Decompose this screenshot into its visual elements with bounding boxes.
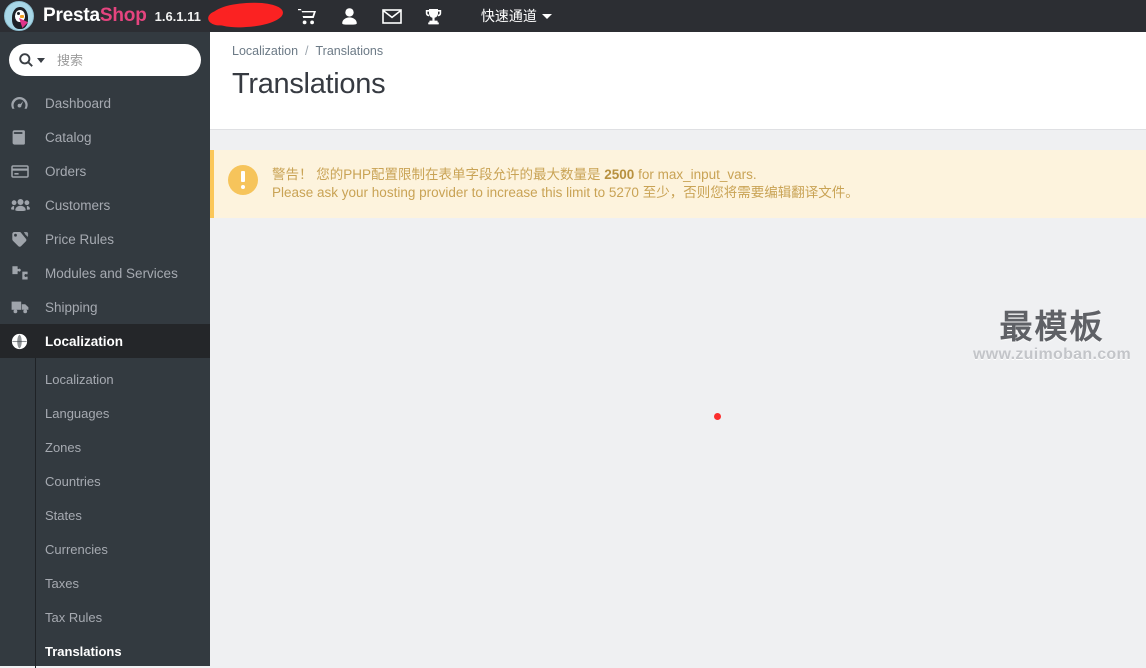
alert-max-input-vars-value: 2500 — [604, 167, 635, 182]
user-icon[interactable] — [329, 0, 371, 32]
sidebar-item-localization[interactable]: Localization — [0, 324, 210, 358]
page-header: Localization / Translations Translations — [210, 32, 1146, 130]
sidebar-subitem-taxes[interactable]: Taxes — [0, 566, 210, 600]
search-container — [0, 32, 233, 86]
sidebar-item-catalog[interactable]: Catalog — [0, 120, 210, 154]
sidebar-item-label: Shipping — [45, 299, 98, 315]
brand-name[interactable]: PrestaShop — [43, 5, 147, 27]
brand-shop: Shop — [99, 5, 147, 26]
sidebar-item-label: Customers — [45, 197, 111, 213]
tag-icon — [11, 229, 33, 249]
customers-icon — [11, 195, 33, 215]
php-max-input-vars-warning-alert: 警告！ 您的PHP配置限制在表单字段允许的最大数量是 2500 for max_… — [210, 150, 1146, 218]
search-input[interactable] — [57, 52, 233, 68]
sidebar-subitem-currencies[interactable]: Currencies — [0, 532, 210, 566]
alert-line1-suffix: for max_input_vars. — [634, 167, 757, 182]
top-header-bar: PrestaShop 1.6.1.11 快速通道 — [0, 0, 1146, 32]
sidebar-subitem-countries[interactable]: Countries — [0, 464, 210, 498]
breadcrumb-current[interactable]: Translations — [316, 44, 384, 58]
breadcrumb-separator: / — [305, 44, 309, 58]
sidebar-subitem-label: Countries — [45, 473, 101, 489]
warning-exclamation-stroke — [241, 171, 245, 182]
sidebar-subitem-translations[interactable]: Translations — [0, 634, 210, 668]
search-scope-chevron-icon[interactable] — [37, 57, 45, 63]
main-sidebar: Dashboard Catalog Orders Customers Price Rul… — [0, 32, 233, 668]
alert-line1-prefix: 警告！ 您的PHP配置限制在表单字段允许的最大数量是 — [272, 167, 605, 182]
sidebar-submenu-localization: Localization Languages Zones Countries State… — [0, 358, 210, 668]
alert-line-2: Please ask your hosting provider to incr… — [272, 184, 859, 200]
warning-circle-icon — [228, 165, 258, 195]
sidebar-subitem-zones[interactable]: Zones — [0, 430, 210, 464]
page-title: Translations — [232, 68, 386, 100]
version-label: 1.6.1.11 — [154, 8, 201, 24]
main-content-area: Localization / Translations Translations… — [210, 32, 1146, 666]
warning-exclamation-dot — [241, 185, 245, 189]
orders-icon — [11, 161, 33, 181]
sidebar-item-label: Dashboard — [45, 95, 112, 111]
sidebar-subitem-label: Translations — [45, 643, 122, 659]
red-dot-marker — [714, 413, 721, 420]
search-icon — [19, 53, 33, 67]
sidebar-subitem-tax-rules[interactable]: Tax Rules — [0, 600, 210, 634]
sidebar-nav-list: Dashboard Catalog Orders Customers Price Rul… — [0, 86, 210, 358]
sidebar-subitem-label: Zones — [45, 439, 82, 455]
sidebar-subitem-localization[interactable]: Localization — [0, 362, 210, 396]
sidebar-item-label: Catalog — [45, 129, 92, 145]
sidebar-item-orders[interactable]: Orders — [0, 154, 210, 188]
sidebar-item-label: Orders — [45, 163, 87, 179]
truck-icon — [11, 297, 33, 317]
envelope-icon[interactable] — [371, 0, 413, 32]
catalog-icon — [11, 127, 33, 147]
dashboard-icon — [11, 93, 33, 113]
watermark-url-text: www.zuimoban.com — [973, 346, 1131, 363]
sidebar-subitem-label: Taxes — [45, 575, 79, 591]
sidebar-subitem-label: Currencies — [45, 541, 108, 557]
alert-message: 警告！ 您的PHP配置限制在表单字段允许的最大数量是 2500 for max_… — [272, 164, 859, 202]
sidebar-item-price-rules[interactable]: Price Rules — [0, 222, 210, 256]
cart-icon[interactable] — [287, 0, 329, 32]
sidebar-item-shipping[interactable]: Shipping — [0, 290, 210, 324]
redacted-shop-name — [207, 0, 287, 32]
sidebar-item-label: Modules and Services — [45, 265, 178, 281]
sidebar-subitem-label: Languages — [45, 405, 110, 421]
red-redaction-blob — [210, 1, 284, 29]
puzzle-icon — [11, 263, 33, 283]
sidebar-item-label: Price Rules — [45, 231, 115, 247]
penguin-beak — [20, 15, 24, 18]
sidebar-subitem-label: Tax Rules — [45, 609, 103, 625]
sidebar-subitem-languages[interactable]: Languages — [0, 396, 210, 430]
sidebar-subitem-label: Localization — [45, 371, 114, 387]
quick-access-label: 快速通道 — [480, 8, 537, 24]
sidebar-item-customers[interactable]: Customers — [0, 188, 210, 222]
search-box[interactable] — [9, 44, 233, 76]
sidebar-item-modules-and-services[interactable]: Modules and Services — [0, 256, 210, 290]
quick-access-dropdown[interactable]: 快速通道 — [481, 6, 552, 26]
brand-presta: Presta — [43, 5, 100, 26]
sidebar-item-dashboard[interactable]: Dashboard — [0, 86, 210, 120]
globe-icon — [11, 331, 33, 351]
breadcrumb: Localization / Translations — [232, 44, 1124, 58]
prestashop-logo[interactable] — [4, 1, 34, 31]
sidebar-item-label: Localization — [45, 333, 124, 349]
chevron-down-icon — [541, 13, 552, 19]
site-watermark: 最模板 www.zuimoban.com — [962, 300, 1142, 364]
sidebar-subitem-states[interactable]: States — [0, 498, 210, 532]
alert-line-1: 警告！ 您的PHP配置限制在表单字段允许的最大数量是 2500 for max_… — [272, 166, 859, 184]
watermark-chinese-text: 最模板 — [999, 307, 1105, 346]
sidebar-subitem-label: States — [45, 507, 82, 523]
breadcrumb-parent[interactable]: Localization — [232, 44, 298, 58]
trophy-icon[interactable] — [413, 0, 455, 32]
